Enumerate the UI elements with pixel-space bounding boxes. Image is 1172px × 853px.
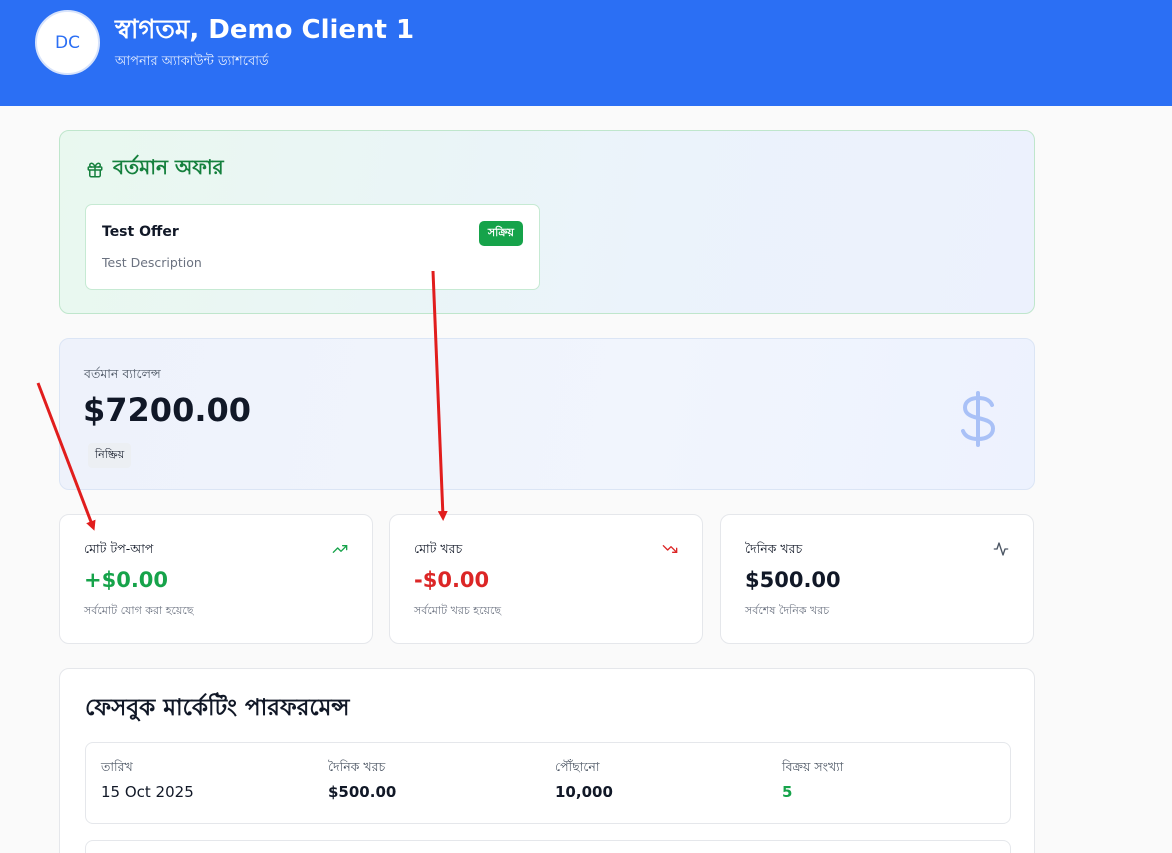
perf-sales: 5 <box>782 783 793 801</box>
activity-icon <box>993 542 1009 556</box>
stat-label: দৈনিক খরচ <box>745 541 803 556</box>
stat-value: $500.00 <box>745 568 841 592</box>
perf-reach: 10,000 <box>555 783 613 801</box>
balance-label: বর্তমান ব্যালেন্স <box>84 366 161 381</box>
perf-key: দৈনিক খরচ <box>328 759 386 774</box>
stat-subtext: সর্বমোট যোগ করা হয়েছে <box>84 604 194 617</box>
stat-subtext: সর্বশেষ দৈনিক খরচ <box>745 604 830 617</box>
balance-panel: বর্তমান ব্যালেন্স $7200.00 নিষ্ক্রিয় <box>59 338 1035 490</box>
perf-cell-sales: বিক্রয় সংখ্যা 5 <box>782 759 843 801</box>
trending-down-icon <box>662 545 678 553</box>
perf-cell-reach: পৌঁছানো 10,000 <box>555 759 613 801</box>
welcome-title: স্বাগতম, Demo Client 1 <box>115 15 415 45</box>
stat-label: মোট খরচ <box>414 541 463 556</box>
avatar[interactable]: DC <box>35 10 100 75</box>
perf-cell-spend: দৈনিক খরচ $500.00 <box>328 759 396 801</box>
stat-label: মোট টপ-আপ <box>84 541 154 556</box>
facebook-performance-panel: ফেসবুক মার্কেটিং পারফরমেন্স তারিখ 15 Oct… <box>59 668 1035 853</box>
dollar-icon <box>961 391 995 447</box>
perf-key: তারিখ <box>101 759 133 774</box>
offer-name: Test Offer <box>102 224 179 240</box>
dashboard-subtitle: আপনার অ্যাকাউন্ট ড্যাশবোর্ড <box>115 54 269 69</box>
perf-key: পৌঁছানো <box>555 759 600 774</box>
gift-icon <box>87 162 103 177</box>
perf-cell-date: তারিখ 15 Oct 2025 <box>101 759 194 801</box>
offers-heading: বর্তমান অফার <box>86 153 224 186</box>
stat-card-total-spend: মোট খরচ -$0.00 সর্বমোট খরচ হয়েছে <box>389 514 703 644</box>
avatar-initials: DC <box>55 32 80 53</box>
offers-title: বর্তমান অফার <box>113 155 224 179</box>
trending-up-icon <box>332 545 348 553</box>
stat-card-total-topup: মোট টপ-আপ +$0.00 সর্বমোট যোগ করা হয়েছে <box>59 514 373 644</box>
header-bar: DC স্বাগতম, Demo Client 1 আপনার অ্যাকাউন… <box>0 0 1172 106</box>
perf-key: বিক্রয় সংখ্যা <box>782 759 844 774</box>
perf-date: 15 Oct 2025 <box>101 783 194 801</box>
perf-spend: $500.00 <box>328 783 397 801</box>
stat-value: +$0.00 <box>84 568 169 592</box>
balance-status-badge: নিষ্ক্রিয় <box>88 443 132 468</box>
stat-value: -$0.00 <box>414 568 490 592</box>
balance-amount: $7200.00 <box>83 391 252 429</box>
performance-row[interactable] <box>85 840 1011 853</box>
current-offers-panel: বর্তমান অফার Test Offer Test Description… <box>59 130 1035 314</box>
stat-subtext: সর্বমোট খরচ হয়েছে <box>414 604 502 617</box>
performance-row[interactable]: তারিখ 15 Oct 2025 দৈনিক খরচ $500.00 পৌঁছ… <box>85 742 1011 824</box>
performance-title: ফেসবুক মার্কেটিং পারফরমেন্স <box>85 695 350 721</box>
offer-status-badge: সক্রিয় <box>478 221 523 246</box>
offer-card[interactable]: Test Offer Test Description সক্রিয় <box>85 204 540 290</box>
offer-description: Test Description <box>102 255 202 270</box>
stat-card-daily-spend: দৈনিক খরচ $500.00 সর্বশেষ দৈনিক খরচ <box>720 514 1034 644</box>
